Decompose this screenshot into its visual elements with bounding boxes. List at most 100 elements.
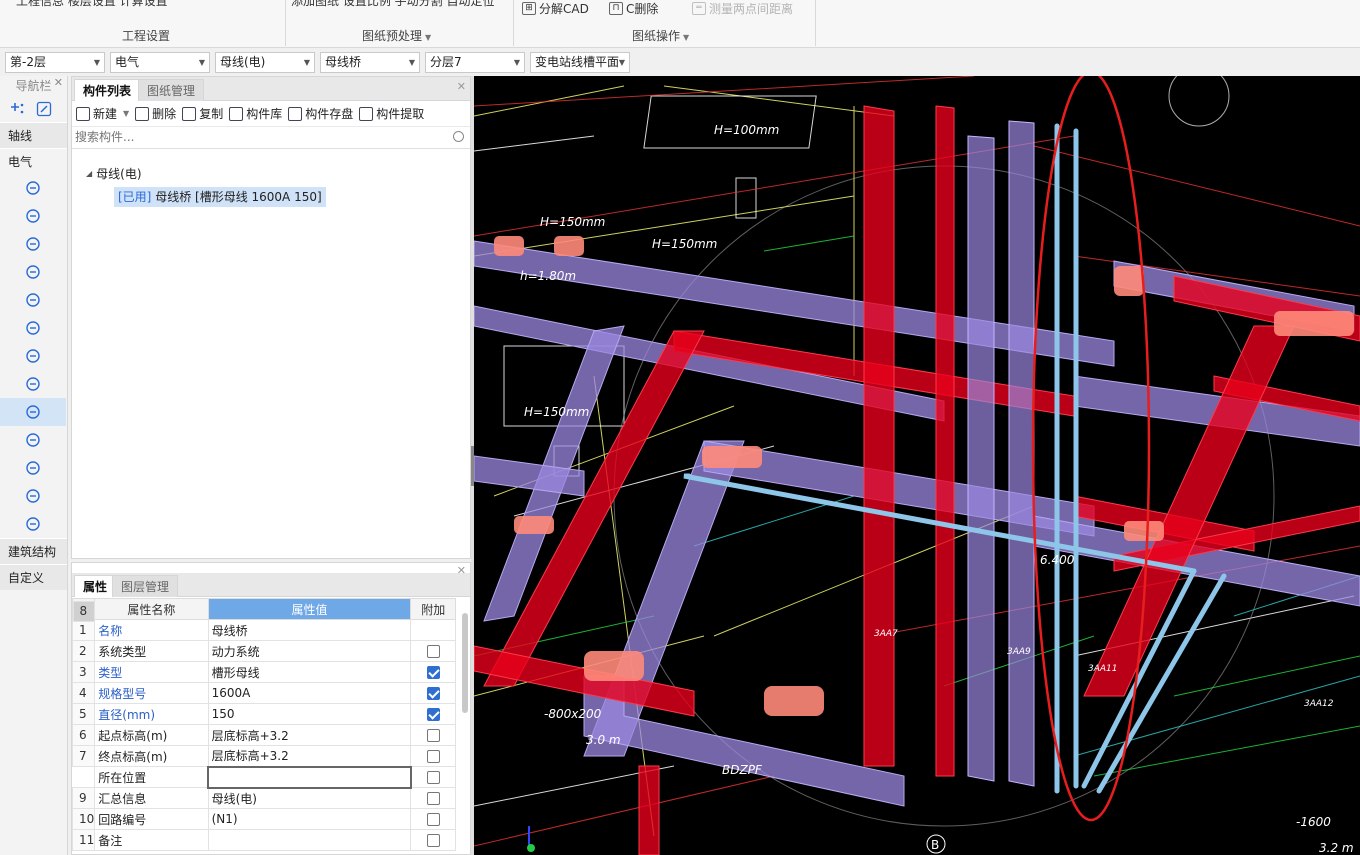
property-value[interactable]: (N1) [207, 808, 412, 830]
tab-component-list[interactable]: 构件列表 [74, 79, 141, 101]
component-type-select[interactable]: 母线桥 ▼ [320, 52, 420, 73]
table-row[interactable]: 1 名称 母线桥 [72, 619, 456, 641]
delete-component-button[interactable]: 删除 [135, 105, 176, 122]
group-label-drawing-ops[interactable]: 图纸操作 ▼ [632, 27, 689, 44]
checkbox[interactable] [426, 729, 440, 742]
nav-section-custom[interactable]: 自定义 [0, 564, 67, 590]
checkbox[interactable] [426, 834, 440, 847]
tab-properties[interactable]: 属性 [74, 575, 117, 597]
additional-cell[interactable] [410, 661, 456, 683]
tab-layer-management[interactable]: 图层管理 [112, 575, 179, 597]
additional-cell[interactable] [410, 808, 456, 830]
add-icon[interactable] [10, 101, 26, 117]
close-icon[interactable]: ✕ [457, 564, 466, 577]
drawing-preprocess-buttons[interactable]: 添加图纸 设置比例 手动分割 自动定位 [291, 0, 494, 9]
table-row[interactable]: 4 规格型号 1600A [72, 682, 456, 704]
copy-component-button[interactable]: 复制 [182, 105, 223, 122]
additional-cell[interactable] [410, 745, 456, 767]
table-row[interactable]: 9 汇总信息 母线(电) [72, 787, 456, 809]
additional-cell[interactable] [410, 724, 456, 746]
tree-item-bus-bridge[interactable]: [已用] 母线桥 [槽形母线 1600A 150] [114, 187, 326, 207]
table-row[interactable]: 6 起点标高(m) 层底标高+3.2 [72, 724, 456, 746]
discipline-select[interactable]: 电气 ▼ [110, 52, 210, 73]
save-component-button[interactable]: 构件存盘 [288, 105, 353, 122]
busbar-vertical [967, 120, 1035, 787]
annotation: 3AA7 [874, 629, 898, 639]
close-icon[interactable]: ✕ [457, 80, 466, 93]
checkbox[interactable] [426, 645, 440, 658]
component-search-input[interactable] [75, 127, 435, 147]
layer-select[interactable]: 分层7 ▼ [425, 52, 525, 73]
project-settings-buttons[interactable]: 工程信息 楼层设置 计算设置 [16, 0, 168, 9]
explode-cad-button[interactable]: ⊞ 分解CAD [522, 0, 589, 16]
table-row[interactable]: 11 备注 [72, 829, 456, 851]
grid-icon[interactable] [0, 482, 66, 510]
table-row[interactable]: 8 所在位置 [72, 600, 456, 789]
c-delete-label: C删除 [626, 1, 659, 16]
property-value[interactable]: 母线桥 [207, 619, 412, 641]
additional-cell[interactable] [410, 682, 456, 704]
nav-section-electrical[interactable]: 电气 [0, 148, 67, 174]
scrollbar[interactable] [462, 613, 468, 713]
component-library-button[interactable]: 构件库 [229, 105, 282, 122]
c-delete-button[interactable]: ⊓ C删除 [609, 0, 658, 16]
model-viewport[interactable]: H=100mm H=150mm H=150mm H=150mm h=1.80m … [474, 76, 1360, 855]
caret-down-icon[interactable]: ◢ [86, 169, 92, 178]
additional-cell[interactable] [410, 619, 456, 641]
extract-component-button[interactable]: 构件提取 [359, 105, 424, 122]
checkbox[interactable] [426, 771, 440, 784]
support-icon[interactable] [0, 510, 66, 538]
wire-icon[interactable] [0, 342, 66, 370]
property-value[interactable] [207, 829, 412, 851]
panel-box-icon[interactable] [0, 230, 66, 258]
property-value[interactable]: 层底标高+3.2 [207, 724, 412, 746]
property-value[interactable]: 1600A [207, 682, 412, 704]
switch-icon[interactable] [0, 202, 66, 230]
busbar-icon[interactable] [0, 398, 66, 426]
property-value[interactable]: 槽形母线 [207, 661, 412, 683]
group-label-drawing-preprocess[interactable]: 图纸预处理 ▼ [362, 27, 431, 44]
checkbox[interactable] [426, 666, 440, 679]
additional-cell[interactable] [410, 766, 456, 788]
measure-distance-button[interactable]: ═ 测量两点间距离 [692, 0, 793, 16]
conduit-icon[interactable] [0, 314, 66, 342]
additional-cell[interactable] [410, 640, 456, 662]
close-icon[interactable]: ✕ [54, 76, 63, 89]
table-row[interactable]: 2 系统类型 动力系统 [72, 640, 456, 662]
table-row[interactable]: 7 终点标高(m) 层底标高+3.2 [72, 745, 456, 767]
checkbox[interactable] [426, 792, 440, 805]
category-select[interactable]: 母线(电) ▼ [215, 52, 315, 73]
floor-select[interactable]: 第-2层 ▼ [5, 52, 105, 73]
additional-cell[interactable] [410, 829, 456, 851]
cable-tray-icon[interactable] [0, 286, 66, 314]
socket-icon[interactable] [0, 258, 66, 286]
checkbox[interactable] [426, 687, 440, 700]
checkbox[interactable] [426, 750, 440, 763]
property-value[interactable]: 母线(电) [207, 787, 412, 809]
property-value[interactable] [207, 765, 412, 789]
tab-drawing-management[interactable]: 图纸管理 [138, 79, 205, 101]
edit-icon[interactable] [36, 101, 52, 117]
property-value[interactable]: 150 [207, 703, 412, 725]
table-row[interactable]: 3 类型 槽形母线 [72, 661, 456, 683]
bus-duct-icon[interactable] [0, 370, 66, 398]
checkbox[interactable] [426, 708, 440, 721]
nav-section-building-structure[interactable]: 建筑结构 [0, 538, 67, 564]
checkbox[interactable] [426, 813, 440, 826]
tree-node-busbar[interactable]: ◢ 母线(电) [86, 165, 142, 182]
table-row[interactable]: 5 直径(mm) 150 [72, 703, 456, 725]
drawing-select[interactable]: 变电站线槽平面 ▼ [530, 52, 630, 73]
new-component-button[interactable]: 新建 ▼ [76, 105, 129, 122]
property-value[interactable]: 动力系统 [207, 640, 412, 662]
lightning-icon[interactable] [0, 426, 66, 454]
search-icon[interactable] [453, 131, 464, 142]
table-row[interactable]: 10 回路编号 (N1) [72, 808, 456, 830]
annotation: 3AA11 [1088, 664, 1118, 674]
fitting-icon[interactable] [0, 454, 66, 482]
nav-section-axis[interactable]: 轴线 [0, 122, 67, 148]
lamp-icon[interactable] [0, 174, 66, 202]
property-value[interactable]: 层底标高+3.2 [207, 745, 412, 767]
cad-3d-scene[interactable]: H=100mm H=150mm H=150mm H=150mm h=1.80m … [474, 76, 1360, 855]
additional-cell[interactable] [410, 787, 456, 809]
additional-cell[interactable] [410, 703, 456, 725]
